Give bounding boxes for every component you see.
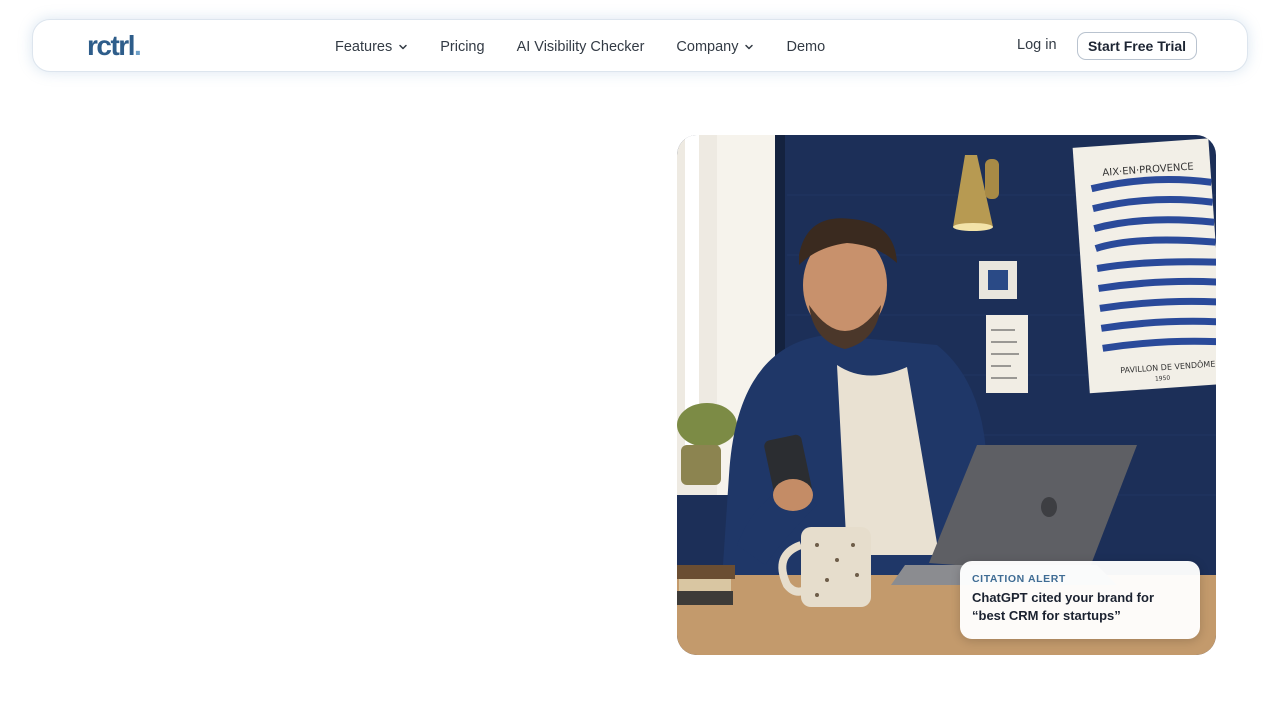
nav-item-ai-visibility-checker[interactable]: AI Visibility Checker: [517, 39, 645, 55]
citation-alert-text: ChatGPT cited your brand for “best CRM f…: [972, 590, 1155, 623]
nav-item-demo[interactable]: Demo: [786, 39, 825, 55]
chevron-down-icon: [399, 44, 407, 49]
brand-logo[interactable]: rctrl.: [87, 30, 142, 62]
nav-item-label: Features: [335, 38, 393, 55]
logo-text: rctrl: [87, 30, 135, 61]
nav-item-label: Pricing: [440, 38, 485, 55]
login-link[interactable]: Log in: [1017, 37, 1057, 53]
start-free-trial-button[interactable]: Start Free Trial: [1077, 32, 1197, 60]
top-navbar: rctrl. Features Pricing AI Visibility Ch…: [32, 19, 1248, 72]
nav-item-label: Company: [676, 38, 739, 55]
nav-item-company[interactable]: Company: [676, 39, 754, 55]
nav-item-label: Demo: [786, 38, 826, 55]
nav-item-pricing[interactable]: Pricing: [440, 39, 484, 55]
poster-year-text: 1950: [1155, 375, 1171, 383]
nav-links: Features Pricing AI Visibility Checker C…: [335, 20, 857, 73]
logo-dot: .: [133, 30, 142, 61]
citation-alert-card: CITATION ALERT ChatGPT cited your brand …: [960, 561, 1200, 639]
nav-item-features[interactable]: Features: [335, 39, 408, 55]
nav-item-label: AI Visibility Checker: [516, 38, 645, 55]
citation-alert-label: CITATION ALERT: [972, 573, 1066, 585]
chevron-down-icon: [745, 44, 754, 49]
